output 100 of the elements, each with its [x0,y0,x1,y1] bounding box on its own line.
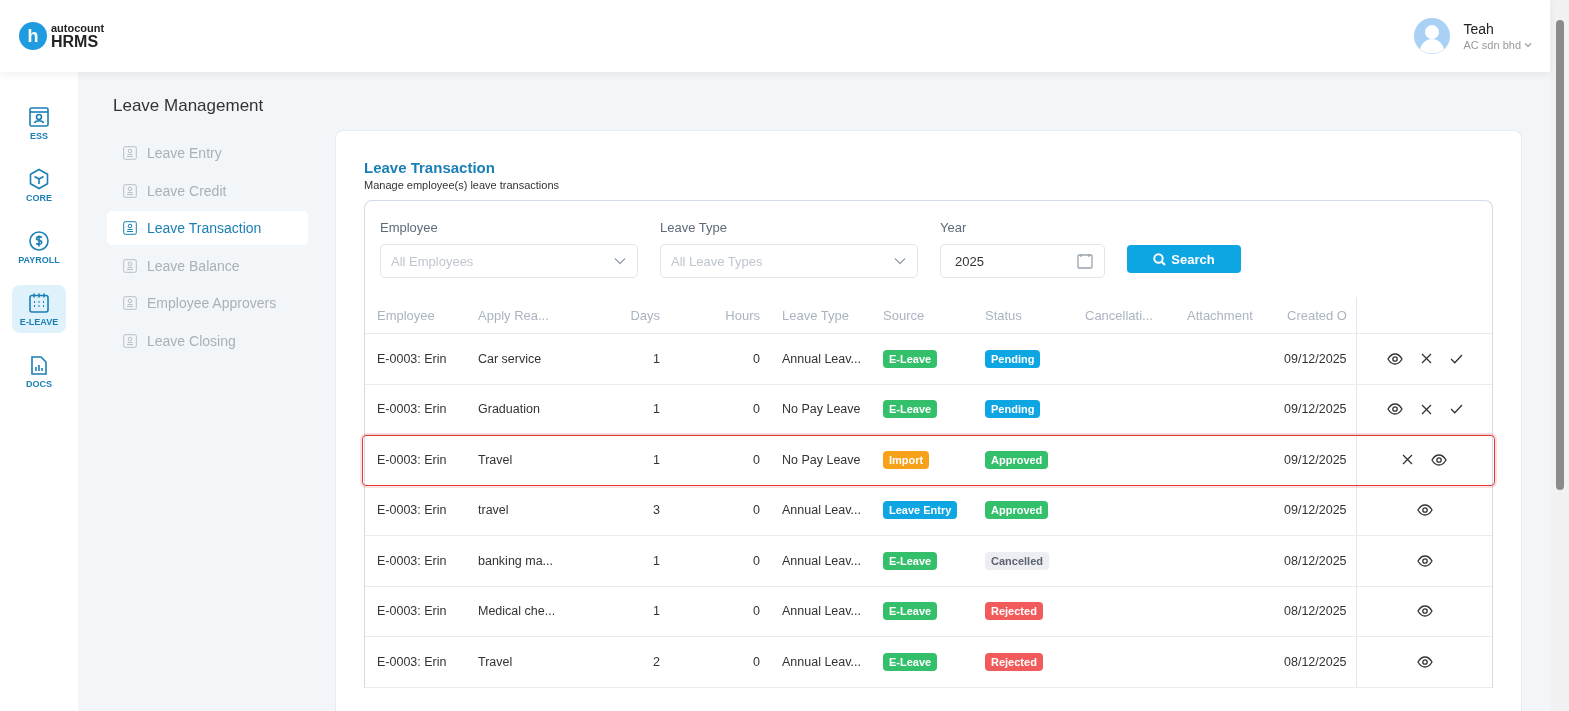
chevron-down-icon [614,257,626,265]
docs-icon [28,353,50,376]
view-icon[interactable] [1416,554,1433,567]
table-cell-text: 2 [652,654,661,669]
table-cell-text: E-0003: Erin [376,553,448,568]
leave-type-dropdown[interactable]: All Leave Types [660,244,918,278]
column-header: Status [984,307,1023,323]
close-icon[interactable] [1402,454,1413,466]
source-tag: E-Leave [883,349,938,368]
table-cell-text: No Pay Leave [781,452,862,467]
submenu-item[interactable]: Leave Credit [107,173,308,208]
status-tag: Cancelled [985,551,1049,570]
view-icon[interactable] [1416,655,1433,668]
column-header: Attachment [1186,307,1254,323]
column-header: Source [882,307,926,323]
table-cell-text: Car service [477,351,543,366]
view-icon[interactable] [1416,605,1433,618]
table-cell-text: 1 [652,604,661,619]
table-cell-text: E-0003: Erin [376,402,448,417]
core-icon [28,167,50,190]
document-icon [123,183,137,198]
module-tab[interactable]: E-LEAVE [12,285,66,333]
chevron-down-icon [894,257,906,265]
table-cell-text: 1 [652,452,661,467]
employee-dropdown[interactable]: All Employees [380,244,638,278]
source-tag: Import [883,450,930,469]
table-cell-text: 0 [752,604,761,619]
status-tag: Approved [985,501,1049,520]
ess-icon [28,105,50,128]
status-tag: Rejected [985,602,1043,621]
document-icon [123,333,137,348]
table-cell-text: banking ma... [477,553,555,568]
calendar-icon [1077,253,1093,269]
source-tag: E-Leave [883,551,938,570]
check-icon[interactable] [1449,353,1463,364]
module-tab[interactable]: DOCS [12,347,66,395]
column-header: Apply Rea... [477,307,550,323]
table-cell-text: 09/12/2025 [1283,351,1348,366]
user-name: Teah [1463,21,1495,37]
table-cell-text: 3 [652,503,661,518]
column-header: Days [629,307,661,323]
table-cell-text: Annual Leav... [781,654,862,669]
table-cell-text: 0 [752,553,761,568]
table-cell-text: 08/12/2025 [1283,553,1348,568]
table-cell-text: 1 [652,351,661,366]
submenu-item[interactable]: Leave Closing [107,323,308,358]
source-tag: E-Leave [883,400,938,419]
submenu-item[interactable]: Leave Transaction [107,211,308,245]
section-title: Leave Management [113,96,265,116]
document-icon [123,296,137,310]
status-tag: Pending [985,349,1041,368]
scrollbar[interactable] [1550,0,1569,711]
table-cell-text: Annual Leav... [781,503,862,518]
status-tag: Rejected [985,652,1043,671]
table-cell-text: 0 [752,402,761,417]
table-cell-text: 08/12/2025 [1283,654,1348,669]
document-icon [123,221,137,235]
table-cell-text: E-0003: Erin [376,351,448,366]
table-cell-text: 1 [652,402,661,417]
eleave-icon [28,291,50,314]
view-icon[interactable] [1386,352,1403,365]
source-tag: Leave Entry [883,501,958,520]
module-tab[interactable]: CORE [12,161,66,209]
page-title: Leave Transaction [364,159,496,176]
table-cell-text: Annual Leav... [781,604,862,619]
submenu-item[interactable]: Leave Entry [107,136,308,170]
table-cell-text: Medical che... [477,604,557,619]
company-selector[interactable]: AC sdn bhd [1463,39,1532,51]
close-icon[interactable] [1420,403,1432,415]
column-header: Employee [376,307,436,323]
table-cell-text: 0 [752,503,761,518]
page-subtitle: Manage employee(s) leave transactions [364,179,561,191]
year-field[interactable]: 2025 [940,244,1105,278]
module-tab[interactable]: PAYROLL [12,223,66,271]
close-icon[interactable] [1420,353,1432,365]
table-cell-text: 09/12/2025 [1283,452,1348,467]
search-button[interactable]: Search [1127,245,1241,273]
source-tag: E-Leave [883,602,938,621]
table-cell-text: travel [477,503,510,518]
field-label: Year [940,220,968,235]
document-icon [123,258,137,273]
table-cell-text: 09/12/2025 [1283,503,1348,518]
module-tab[interactable]: ESS [12,99,66,147]
logo-text: autocount [51,22,105,34]
view-icon[interactable] [1416,504,1433,517]
status-tag: Approved [985,450,1049,469]
field-label: Leave Type [660,220,728,235]
column-header: Leave Type [781,307,850,323]
view-icon[interactable] [1431,453,1447,466]
table-cell-text: Graduation [477,402,541,417]
logo-title: HRMS [51,33,100,50]
table-cell-text: Travel [477,654,514,669]
submenu-item[interactable]: Employee Approvers [107,286,308,320]
table-cell-text: Travel [477,452,514,467]
check-icon[interactable] [1449,404,1463,415]
submenu-item[interactable]: Leave Balance [107,248,308,283]
table-cell-text: 09/12/2025 [1283,402,1348,417]
payroll-icon [28,229,50,252]
column-header: Cancellati... [1084,307,1154,323]
view-icon[interactable] [1386,403,1403,416]
